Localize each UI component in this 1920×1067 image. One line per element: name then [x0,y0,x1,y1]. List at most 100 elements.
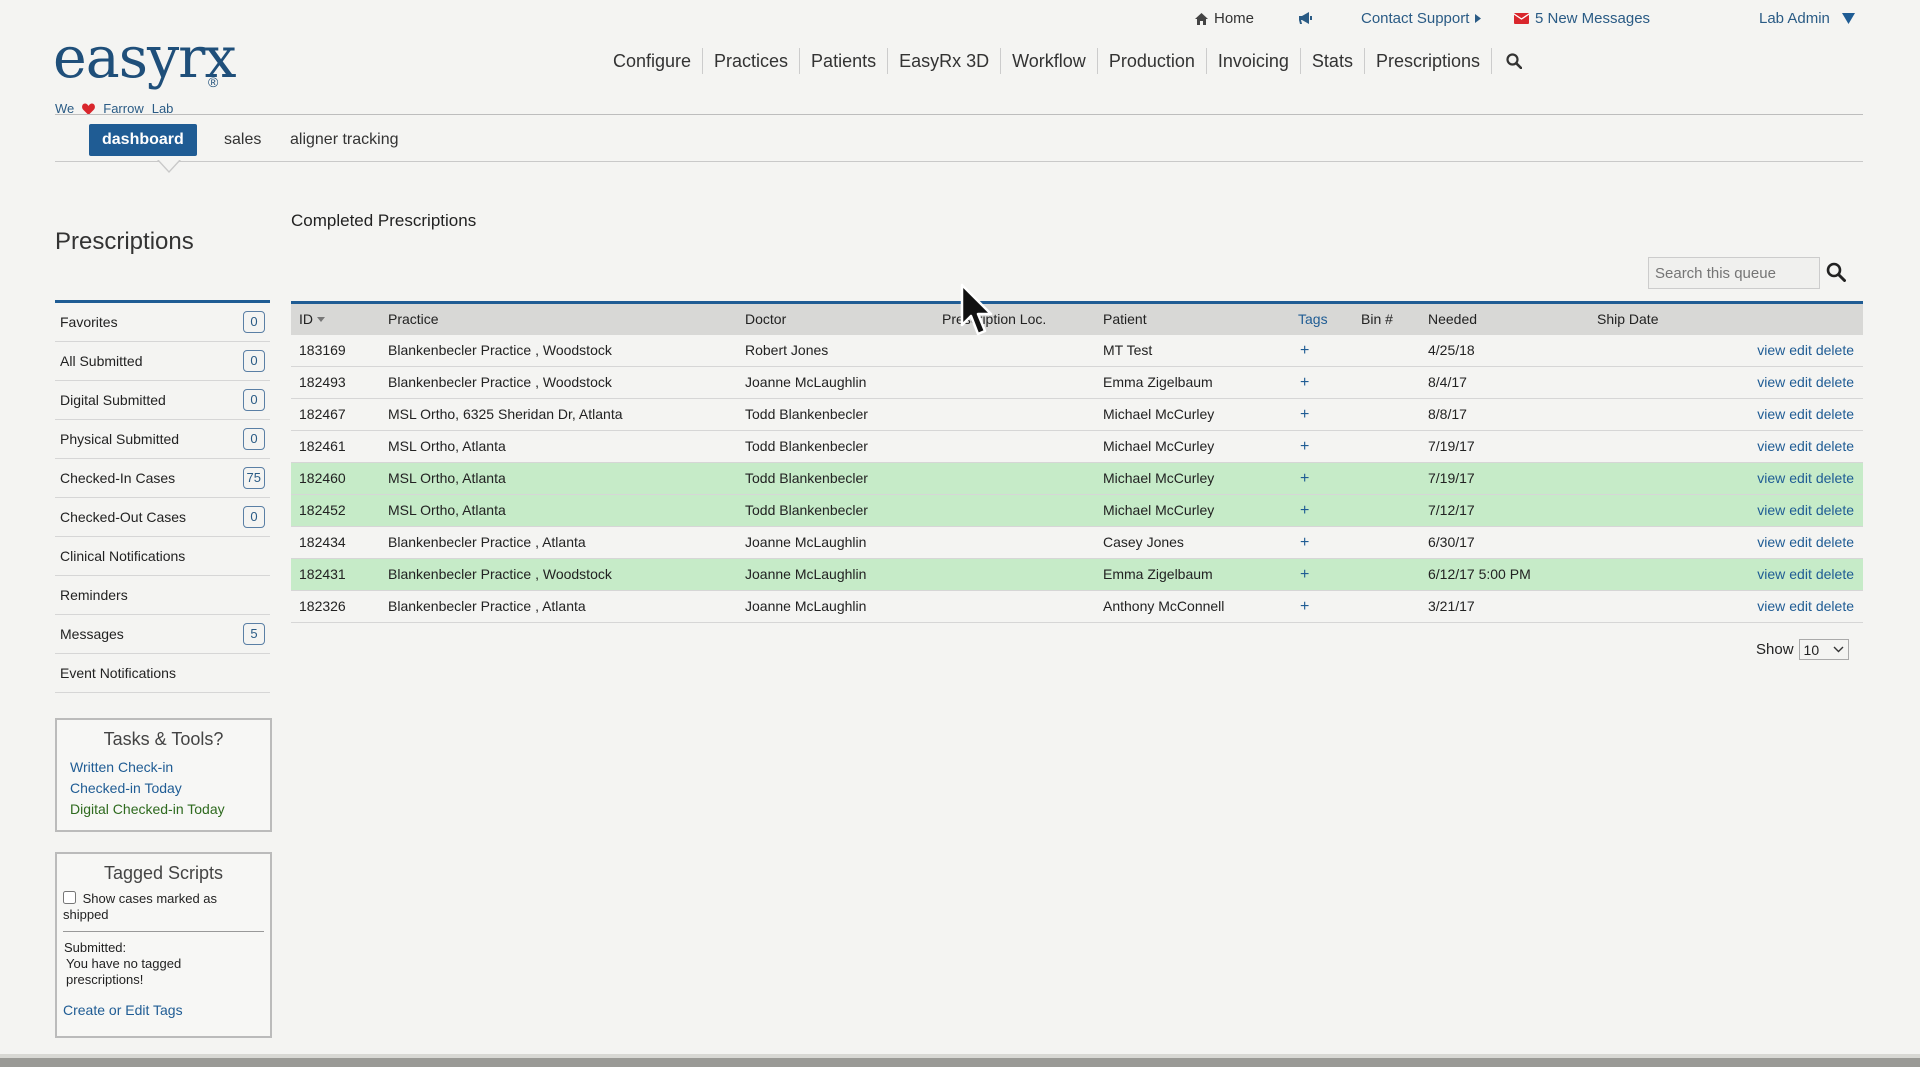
view-link[interactable]: view [1757,470,1785,486]
view-link[interactable]: view [1757,566,1785,582]
view-link[interactable]: view [1757,374,1785,390]
view-link[interactable]: view [1757,438,1785,454]
nav-invoicing[interactable]: Invoicing [1205,48,1300,74]
column-doctor[interactable]: Doctor [745,304,786,335]
nav-stats[interactable]: Stats [1299,48,1364,74]
edit-link[interactable]: edit [1789,470,1812,486]
cell-doctor: Todd Blankenbecler [745,406,868,422]
edit-link[interactable]: edit [1789,374,1812,390]
view-link[interactable]: view [1757,534,1785,550]
cell-practice: MSL Ortho, 6325 Sheridan Dr, Atlanta [388,406,623,422]
view-link[interactable]: view [1757,406,1785,422]
delete-link[interactable]: delete [1816,406,1854,422]
delete-link[interactable]: delete [1816,470,1854,486]
sidebar-item-clinical-notifications[interactable]: Clinical Notifications [55,537,270,576]
nav-patients[interactable]: Patients [799,48,887,74]
column-bin[interactable]: Bin # [1361,304,1393,335]
delete-link[interactable]: delete [1816,342,1854,358]
edit-link[interactable]: edit [1789,342,1812,358]
nav-configure[interactable]: Configure [602,48,702,74]
delete-link[interactable]: delete [1816,598,1854,614]
sidebar-item-checked-in-cases[interactable]: Checked-In Cases 75 [55,459,270,498]
nav-prescriptions[interactable]: Prescriptions [1363,48,1491,74]
messages-link[interactable]: 5 New Messages [1514,10,1650,27]
sidebar-item-reminders[interactable]: Reminders [55,576,270,615]
edit-link[interactable]: edit [1789,598,1812,614]
sidebar-item-label: Digital Submitted [60,392,166,408]
view-link[interactable]: view [1757,342,1785,358]
column-patient[interactable]: Patient [1103,304,1147,335]
delete-link[interactable]: delete [1816,566,1854,582]
table-row[interactable]: 182452 MSL Ortho, Atlanta Todd Blankenbe… [291,495,1863,527]
table-row[interactable]: 182434 Blankenbecler Practice , Atlanta … [291,527,1863,559]
column-id[interactable]: ID [299,304,325,335]
sidebar-item-messages[interactable]: Messages 5 [55,615,270,654]
table-row[interactable]: 182467 MSL Ortho, 6325 Sheridan Dr, Atla… [291,399,1863,431]
nav-production[interactable]: Production [1096,48,1206,74]
digital-checked-in-today-link[interactable]: Digital Checked-in Today [70,799,270,820]
table-row[interactable]: 182431 Blankenbecler Practice , Woodstoc… [291,559,1863,591]
cell-practice: MSL Ortho, Atlanta [388,438,506,454]
queue-search-icon[interactable] [1826,262,1846,287]
view-link[interactable]: view [1757,502,1785,518]
nav-workflow[interactable]: Workflow [1000,48,1097,74]
nav-practices[interactable]: Practices [702,48,799,74]
home-link[interactable]: Home [1195,10,1254,27]
table-row[interactable]: 182326 Blankenbecler Practice , Atlanta … [291,591,1863,623]
delete-link[interactable]: delete [1816,438,1854,454]
add-tag-button[interactable]: + [1300,335,1309,366]
show-shipped-checkbox[interactable] [63,891,76,904]
delete-link[interactable]: delete [1816,534,1854,550]
row-actions: view edit delete [1753,367,1854,398]
column-practice[interactable]: Practice [388,304,439,335]
table-row[interactable]: 182461 MSL Ortho, Atlanta Todd Blankenbe… [291,431,1863,463]
cell-id: 182461 [299,438,346,454]
column-ship-date[interactable]: Ship Date [1597,304,1658,335]
announcements-icon[interactable] [1298,12,1313,25]
sidebar-item-checked-out-cases[interactable]: Checked-Out Cases 0 [55,498,270,537]
tab-dashboard[interactable]: dashboard [89,124,197,156]
add-tag-button[interactable]: + [1300,495,1309,526]
sidebar-item-digital-submitted[interactable]: Digital Submitted 0 [55,381,270,420]
create-edit-tags-link[interactable]: Create or Edit Tags [63,1000,270,1021]
add-tag-button[interactable]: + [1300,463,1309,494]
count-badge: 0 [243,311,265,333]
column-tags[interactable]: Tags [1298,304,1328,335]
tab-aligner-tracking[interactable]: aligner tracking [290,124,399,156]
written-check-in-link[interactable]: Written Check-in [70,757,270,778]
sidebar-item-event-notifications[interactable]: Event Notifications [55,654,270,693]
contact-support-link[interactable]: Contact Support [1361,10,1482,27]
edit-link[interactable]: edit [1789,406,1812,422]
nav-easyrx-3d[interactable]: EasyRx 3D [887,48,1000,74]
queue-search-input[interactable] [1648,257,1820,289]
tab-sales[interactable]: sales [224,124,261,156]
easyrx-logo[interactable]: easyrx ® [53,30,237,91]
nav-search-icon[interactable] [1491,48,1522,74]
table-row[interactable]: 182493 Blankenbecler Practice , Woodstoc… [291,367,1863,399]
add-tag-button[interactable]: + [1300,527,1309,558]
table-row[interactable]: 183169 Blankenbecler Practice , Woodstoc… [291,335,1863,367]
main-nav: Configure Practices Patients EasyRx 3D W… [602,48,1522,74]
delete-link[interactable]: delete [1816,502,1854,518]
add-tag-button[interactable]: + [1300,367,1309,398]
add-tag-button[interactable]: + [1300,399,1309,430]
edit-link[interactable]: edit [1789,566,1812,582]
view-link[interactable]: view [1757,598,1785,614]
sidebar-item-label: Reminders [60,587,128,603]
add-tag-button[interactable]: + [1300,591,1309,622]
page-size-select[interactable]: 10 [1798,639,1849,660]
user-menu[interactable]: Lab Admin [1759,10,1855,27]
sidebar-item-all-submitted[interactable]: All Submitted 0 [55,342,270,381]
edit-link[interactable]: edit [1789,438,1812,454]
edit-link[interactable]: edit [1789,502,1812,518]
add-tag-button[interactable]: + [1300,559,1309,590]
add-tag-button[interactable]: + [1300,431,1309,462]
cell-practice: Blankenbecler Practice , Woodstock [388,566,612,582]
checked-in-today-link[interactable]: Checked-in Today [70,778,270,799]
edit-link[interactable]: edit [1789,534,1812,550]
column-needed[interactable]: Needed [1428,304,1477,335]
sidebar-item-physical-submitted[interactable]: Physical Submitted 0 [55,420,270,459]
sidebar-item-favorites[interactable]: Favorites 0 [55,303,270,342]
table-row[interactable]: 182460 MSL Ortho, Atlanta Todd Blankenbe… [291,463,1863,495]
delete-link[interactable]: delete [1816,374,1854,390]
